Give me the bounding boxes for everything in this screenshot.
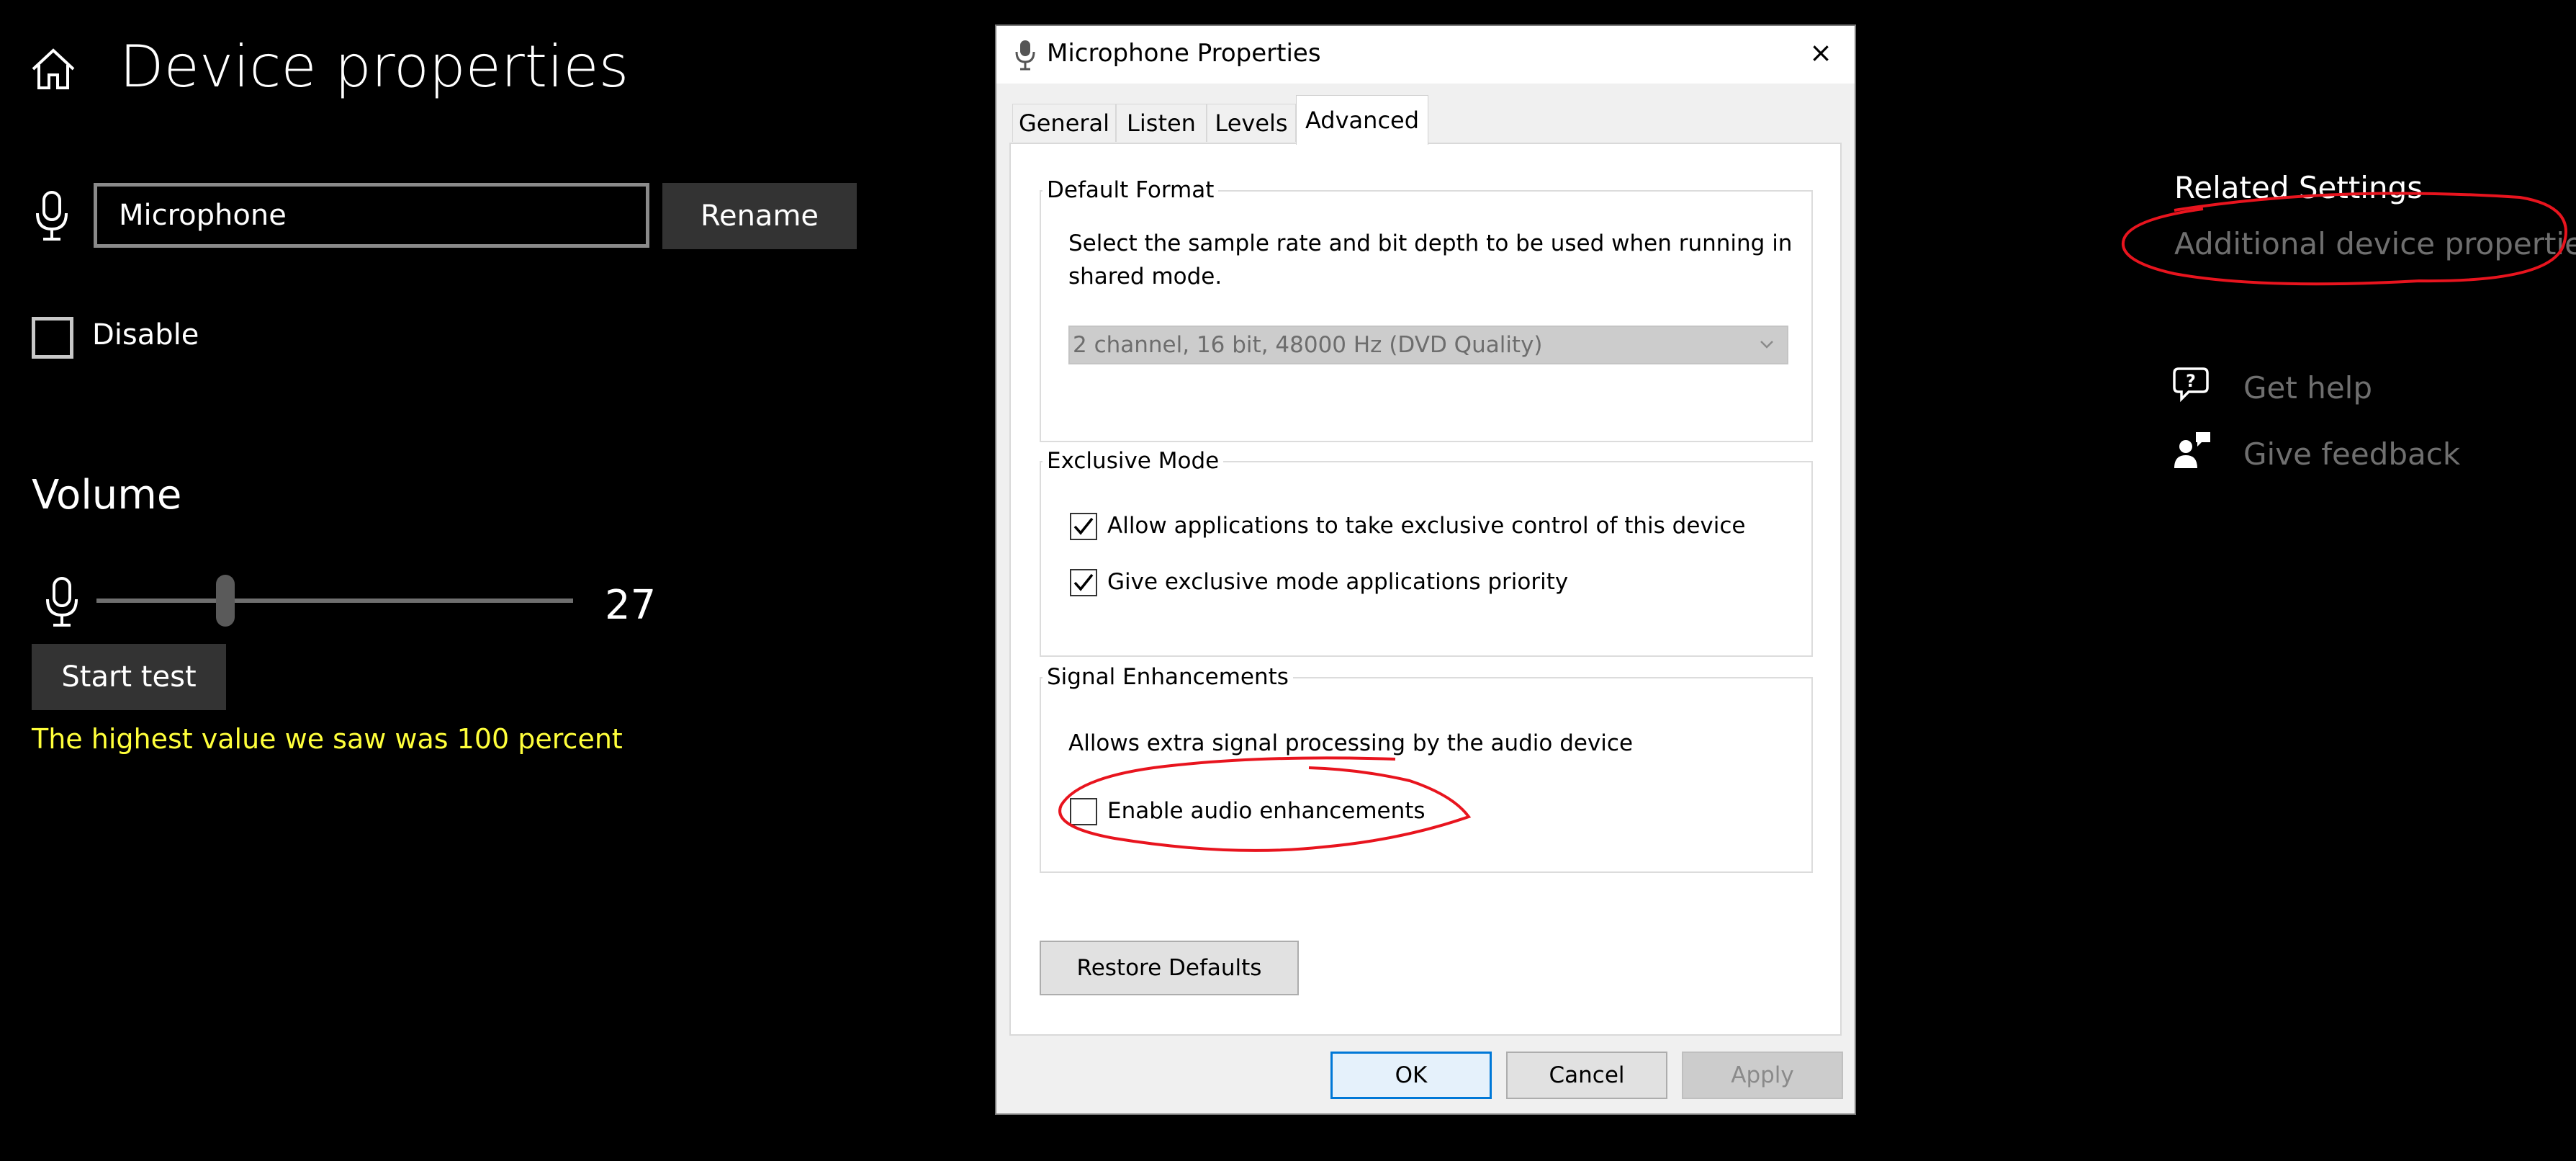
volume-value: 27 <box>605 582 657 629</box>
default-format-group <box>1040 190 1813 442</box>
tab-levels[interactable]: Levels <box>1207 104 1296 142</box>
default-format-description: Select the sample rate and bit depth to … <box>1068 230 1793 256</box>
page-title: Device properties <box>120 33 629 100</box>
microphone-icon <box>36 191 68 241</box>
disable-checkbox[interactable] <box>32 317 73 359</box>
default-format-value: 2 channel, 16 bit, 48000 Hz (DVD Quality… <box>1073 332 1543 358</box>
get-help-link[interactable]: Get help <box>2243 370 2372 405</box>
default-format-select[interactable]: 2 channel, 16 bit, 48000 Hz (DVD Quality… <box>1068 326 1788 364</box>
tab-listen[interactable]: Listen <box>1116 104 1207 142</box>
signal-enhancements-label: Signal Enhancements <box>1042 664 1293 690</box>
checkmark-icon <box>1073 573 1094 591</box>
allow-exclusive-label: Allow applications to take exclusive con… <box>1107 513 1746 539</box>
red-annotation-circle <box>1058 756 1472 852</box>
apply-button: Apply <box>1682 1052 1843 1099</box>
ok-button[interactable]: OK <box>1330 1052 1492 1099</box>
home-icon[interactable] <box>29 45 78 94</box>
microphone-icon <box>1015 40 1035 71</box>
microphone-properties-dialog: Microphone Properties × General Listen L… <box>995 24 1856 1115</box>
allow-exclusive-checkbox[interactable] <box>1070 513 1097 540</box>
exclusive-priority-label: Give exclusive mode applications priorit… <box>1107 569 1569 595</box>
exclusive-mode-group <box>1040 461 1813 657</box>
dialog-title: Microphone Properties <box>1047 39 1321 68</box>
close-icon[interactable]: × <box>1804 36 1837 69</box>
chevron-down-icon <box>1760 341 1773 349</box>
get-help-icon: ? <box>2173 367 2209 403</box>
checkmark-icon <box>1073 517 1094 535</box>
signal-enhancements-description: Allows extra signal processing by the au… <box>1068 730 1634 756</box>
disable-label: Disable <box>92 318 199 351</box>
volume-slider-track[interactable] <box>96 599 573 603</box>
give-feedback-icon <box>2174 432 2210 468</box>
give-feedback-link[interactable]: Give feedback <box>2243 436 2460 472</box>
restore-defaults-button[interactable]: Restore Defaults <box>1040 941 1299 995</box>
volume-slider-thumb[interactable] <box>215 575 235 627</box>
red-annotation-circle <box>2121 192 2567 286</box>
microphone-icon <box>46 577 78 627</box>
default-format-label: Default Format <box>1042 177 1219 203</box>
test-status-text: The highest value we saw was 100 percent <box>32 723 623 755</box>
rename-button[interactable]: Rename <box>662 183 857 249</box>
device-name-input[interactable] <box>94 183 649 248</box>
exclusive-priority-checkbox[interactable] <box>1070 569 1097 596</box>
svg-text:?: ? <box>2186 371 2196 391</box>
default-format-description-2: shared mode. <box>1068 264 1222 290</box>
exclusive-mode-label: Exclusive Mode <box>1042 448 1224 474</box>
cancel-button[interactable]: Cancel <box>1506 1052 1667 1099</box>
start-test-button[interactable]: Start test <box>32 644 226 710</box>
tab-advanced[interactable]: Advanced <box>1296 95 1428 145</box>
volume-heading: Volume <box>32 472 182 519</box>
tab-general[interactable]: General <box>1012 104 1116 142</box>
